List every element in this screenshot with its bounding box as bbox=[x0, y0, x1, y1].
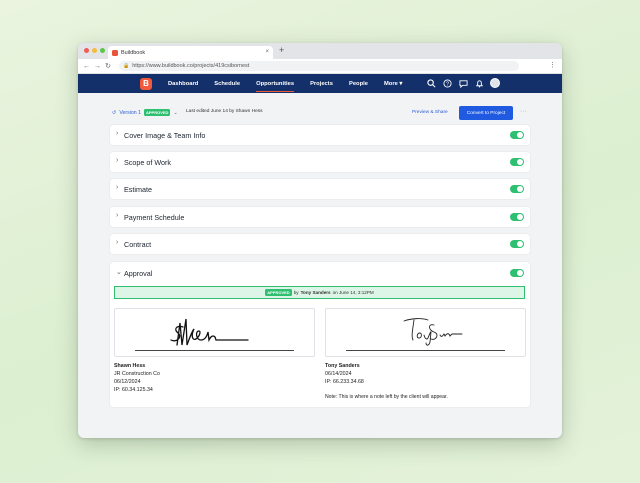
approval-banner: APPROVED by Tony Sanders on June 14, 3:1… bbox=[114, 286, 525, 299]
client-note: Note: This is where a note left by the c… bbox=[325, 394, 448, 400]
section-approval: ⌄ Approval APPROVED by Tony Sanders on J… bbox=[110, 262, 530, 407]
lock-icon: 🔒 bbox=[123, 63, 130, 69]
section-contract[interactable]: › Contract bbox=[110, 234, 530, 254]
section-payment-schedule[interactable]: › Payment Schedule bbox=[110, 207, 530, 227]
chevron-down-icon[interactable]: ⌄ bbox=[116, 268, 122, 276]
version-selector[interactable]: ↺ Version 1 APPROVED ⌄ bbox=[112, 109, 178, 116]
section-toggle[interactable] bbox=[510, 131, 524, 139]
search-icon[interactable] bbox=[426, 78, 436, 88]
nav-people[interactable]: People bbox=[349, 74, 368, 93]
browser-menu-icon[interactable]: ⋮ bbox=[549, 61, 556, 69]
user-avatar[interactable] bbox=[490, 78, 500, 88]
tab-title: Buildbook bbox=[121, 49, 146, 56]
help-icon[interactable]: ? bbox=[442, 78, 452, 88]
reload-icon[interactable]: ↻ bbox=[105, 62, 111, 70]
new-tab-button[interactable]: + bbox=[279, 45, 284, 55]
section-toggle[interactable] bbox=[510, 213, 524, 221]
section-label: Payment Schedule bbox=[124, 212, 185, 222]
section-label: Cover Image & Team Info bbox=[124, 130, 206, 140]
section-toggle[interactable] bbox=[510, 240, 524, 248]
section-scope-of-work[interactable]: › Scope of Work bbox=[110, 152, 530, 172]
window-controls bbox=[84, 48, 105, 53]
maximize-window-button[interactable] bbox=[100, 48, 105, 53]
section-toggle[interactable] bbox=[510, 158, 524, 166]
tab-close-icon[interactable]: × bbox=[265, 49, 269, 55]
section-estimate[interactable]: › Estimate bbox=[110, 179, 530, 199]
contractor-details: Shawn Hess JR Construction Co 06/12/2024… bbox=[114, 362, 160, 394]
version-label: Version 1 bbox=[119, 109, 141, 116]
signature-line bbox=[135, 349, 294, 350]
nav-projects[interactable]: Projects bbox=[310, 74, 333, 93]
history-icon: ↺ bbox=[112, 109, 117, 116]
contractor-signature-box bbox=[114, 308, 315, 357]
contractor-ip: IP: 60.34.125.34 bbox=[114, 387, 153, 393]
browser-window: Buildbook × + ← → ↻ 🔒 https://www.buildb… bbox=[78, 43, 562, 438]
contractor-date: 06/12/2024 bbox=[114, 379, 141, 385]
client-details: Tony Sanders 06/14/2024 IP: 66.233.34.68 bbox=[325, 362, 364, 386]
svg-text:?: ? bbox=[446, 81, 449, 87]
address-bar: ← → ↻ 🔒 https://www.buildbook.co/project… bbox=[78, 59, 562, 74]
last-edited-text: Last edited June 14 by Shawn Hess bbox=[186, 109, 263, 114]
browser-tab-bar: Buildbook × + bbox=[78, 43, 562, 59]
section-cover-image[interactable]: › Cover Image & Team Info bbox=[110, 125, 530, 145]
banner-approver-name: Tony Sanders bbox=[300, 290, 331, 295]
contractor-name: Shawn Hess bbox=[114, 363, 146, 369]
section-label: Estimate bbox=[124, 184, 152, 194]
buildbook-favicon-icon bbox=[112, 49, 118, 56]
signature-line bbox=[346, 349, 505, 350]
section-toggle[interactable] bbox=[510, 269, 524, 277]
section-toggle[interactable] bbox=[510, 185, 524, 193]
url-text: https://www.buildbook.co/projects/419csi… bbox=[132, 63, 250, 69]
chevron-right-icon: › bbox=[116, 239, 119, 246]
chevron-down-icon: ⌄ bbox=[173, 109, 178, 116]
nav-more[interactable]: More ▾ bbox=[384, 74, 402, 93]
proposal-toolbar: ↺ Version 1 APPROVED ⌄ Last edited June … bbox=[112, 106, 530, 120]
client-signature-box bbox=[325, 308, 526, 357]
section-label: Contract bbox=[124, 239, 152, 249]
contractor-company: JR Construction Co bbox=[114, 371, 160, 377]
client-ip: IP: 66.233.34.68 bbox=[325, 379, 364, 385]
buildbook-logo[interactable]: B bbox=[140, 77, 152, 90]
forward-icon[interactable]: → bbox=[94, 63, 101, 70]
url-field[interactable]: 🔒 https://www.buildbook.co/projects/419c… bbox=[119, 61, 519, 71]
approved-badge: APPROVED bbox=[144, 109, 171, 116]
more-options-icon[interactable]: ··· bbox=[520, 108, 527, 115]
banner-by: by bbox=[293, 290, 299, 295]
preview-share-link[interactable]: Preview & Share bbox=[412, 110, 448, 115]
minimize-window-button[interactable] bbox=[92, 48, 97, 53]
back-icon[interactable]: ← bbox=[83, 63, 90, 70]
section-label: Scope of Work bbox=[124, 157, 172, 167]
section-label: Approval bbox=[124, 269, 153, 278]
client-date: 06/14/2024 bbox=[325, 371, 352, 377]
client-name: Tony Sanders bbox=[325, 363, 360, 369]
nav-schedule[interactable]: Schedule bbox=[214, 74, 240, 93]
bell-icon[interactable] bbox=[474, 78, 484, 88]
close-window-button[interactable] bbox=[84, 48, 89, 53]
chevron-right-icon: › bbox=[116, 212, 119, 219]
chevron-right-icon: › bbox=[116, 157, 119, 164]
chat-icon[interactable] bbox=[458, 78, 468, 88]
nav-dashboard[interactable]: Dashboard bbox=[168, 74, 198, 93]
app-navbar: B Dashboard Schedule Opportunities Proje… bbox=[78, 74, 562, 93]
chevron-right-icon: › bbox=[116, 130, 119, 137]
nav-opportunities[interactable]: Opportunities bbox=[256, 74, 295, 93]
chevron-right-icon: › bbox=[116, 184, 119, 191]
convert-to-project-button[interactable]: Convert to Project bbox=[459, 106, 513, 120]
banner-date: on June 14, 3:12PM bbox=[332, 290, 374, 295]
approved-badge: APPROVED bbox=[265, 289, 292, 296]
browser-tab[interactable]: Buildbook × bbox=[108, 46, 273, 59]
